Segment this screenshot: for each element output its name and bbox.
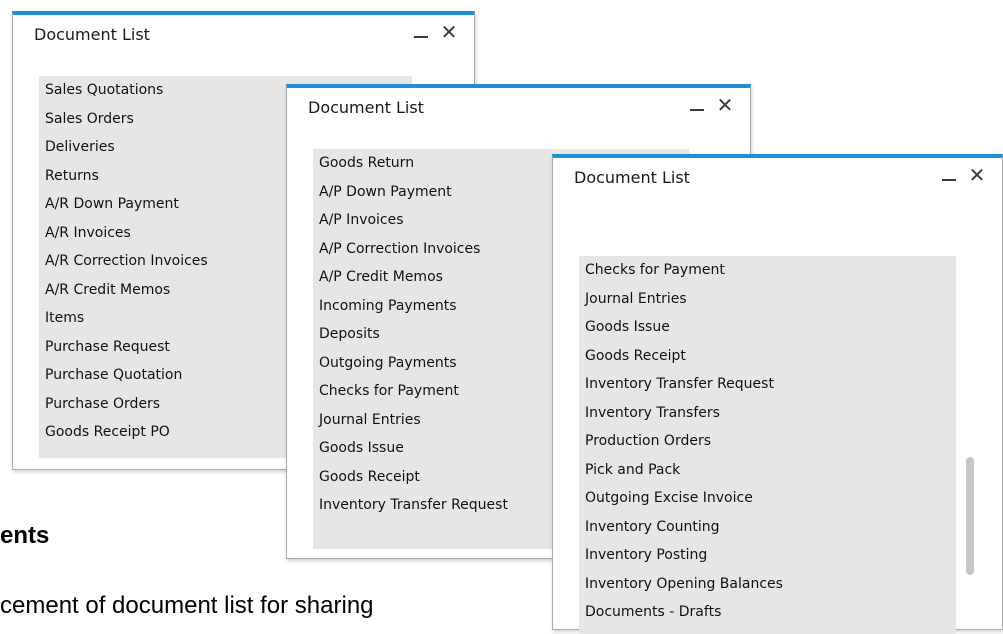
- minimize-icon[interactable]: [408, 18, 434, 46]
- document-list-item[interactable]: Inventory Counting: [579, 513, 956, 542]
- document-list-item[interactable]: Outgoing Excise Invoice: [579, 484, 956, 513]
- window-title: Document List: [34, 25, 150, 44]
- document-list: Checks for Payment Journal Entries Goods I…: [579, 256, 956, 634]
- background-heading: ents: [0, 522, 50, 549]
- document-list-item[interactable]: Goods Receipt: [579, 342, 956, 371]
- document-list-item[interactable]: Journal Entries: [579, 285, 956, 314]
- background-paragraph: cement of document list for sharing: [0, 592, 374, 619]
- document-list-item[interactable]: Inventory Transfers: [579, 399, 956, 428]
- document-list-item[interactable]: Pick and Pack: [579, 456, 956, 485]
- document-list-item[interactable]: Inventory Opening Balances: [579, 570, 956, 599]
- close-icon[interactable]: ✕: [964, 161, 990, 189]
- window-titlebar[interactable]: Document List ✕: [287, 88, 750, 130]
- window-title: Document List: [308, 98, 424, 117]
- document-list-item[interactable]: Goods Issue: [579, 313, 956, 342]
- minimize-icon[interactable]: [684, 91, 710, 119]
- document-list-item[interactable]: Inventory Transfer Request: [579, 370, 956, 399]
- minimize-icon[interactable]: [936, 161, 962, 189]
- document-list-window-3: Document List ✕ Checks for Payment Journa…: [552, 154, 1003, 634]
- window-title: Document List: [574, 168, 690, 187]
- close-icon[interactable]: ✕: [712, 91, 738, 119]
- list-scrollbar[interactable]: [966, 457, 974, 575]
- window-titlebar[interactable]: Document List ✕: [553, 158, 1002, 200]
- close-icon[interactable]: ✕: [436, 18, 462, 46]
- document-list-item[interactable]: Production Orders: [579, 427, 956, 456]
- document-list-item[interactable]: Checks for Payment: [579, 256, 956, 285]
- document-list-item[interactable]: Inventory Posting: [579, 541, 956, 570]
- window-titlebar[interactable]: Document List ✕: [13, 15, 474, 57]
- document-list-item[interactable]: Documents - Drafts: [579, 598, 956, 627]
